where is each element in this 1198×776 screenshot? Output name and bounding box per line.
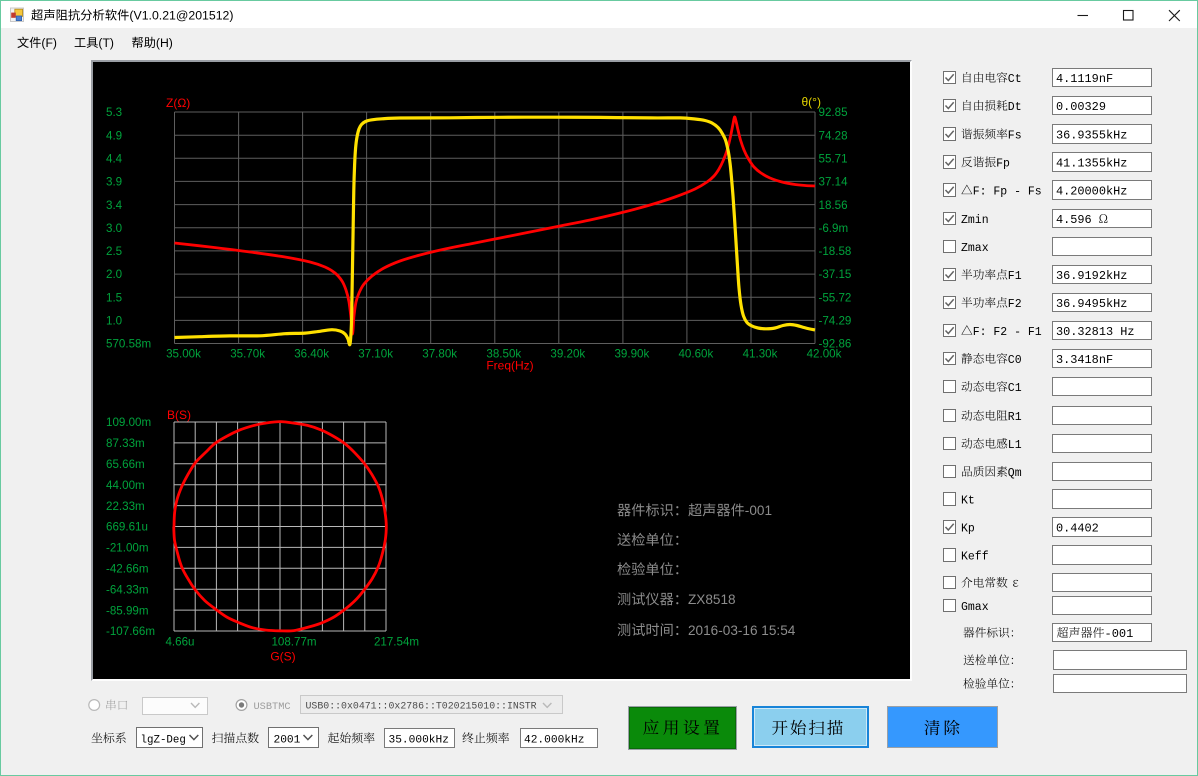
svg-text:(H): (H) xyxy=(156,36,173,50)
svg-text:570.58m: 570.58m xyxy=(106,338,151,351)
svg-text:-42.66m: -42.66m xyxy=(106,563,149,576)
svg-text:2001: 2001 xyxy=(274,734,301,746)
svg-text:1.0: 1.0 xyxy=(106,315,122,328)
svg-text:C0: C0 xyxy=(1008,354,1022,367)
svg-text:USB0::0x0471::0x2786::T0202150: USB0::0x0471::0x2786::T020215010::INSTR xyxy=(306,701,537,712)
svg-text:18.56: 18.56 xyxy=(819,199,848,212)
svg-text:Fs: Fs xyxy=(1008,129,1022,142)
svg-text:41.30k: 41.30k xyxy=(743,348,778,361)
svg-text:3.0: 3.0 xyxy=(106,222,122,235)
svg-text:2016-03-16 15:54: 2016-03-16 15:54 xyxy=(688,623,796,638)
svg-text:42.00k: 42.00k xyxy=(807,348,842,361)
svg-text:41.1355kHz: 41.1355kHz xyxy=(1056,156,1127,170)
svg-text:37.14: 37.14 xyxy=(819,176,849,189)
svg-text:-001: -001 xyxy=(1105,627,1134,641)
svg-text:Keff: Keff xyxy=(961,550,989,563)
svg-text:92.85: 92.85 xyxy=(819,106,848,119)
svg-text:3.4: 3.4 xyxy=(106,199,123,212)
svg-text:G(S): G(S) xyxy=(270,650,295,664)
svg-text:Zmax: Zmax xyxy=(961,242,989,255)
svg-text:35.70k: 35.70k xyxy=(230,348,265,361)
svg-text:87.33m: 87.33m xyxy=(106,437,145,450)
svg-text:lgZ-Deg: lgZ-Deg xyxy=(141,734,186,746)
svg-text:Fp: Fp xyxy=(996,157,1010,170)
svg-text:4.4: 4.4 xyxy=(106,153,123,166)
svg-text:θ(°): θ(°) xyxy=(802,95,821,109)
svg-text:Kp: Kp xyxy=(961,522,975,535)
svg-text:217.54m: 217.54m xyxy=(374,636,419,649)
svg-text:1.5: 1.5 xyxy=(106,291,122,304)
svg-text:B(S): B(S) xyxy=(167,408,191,422)
svg-text:40.60k: 40.60k xyxy=(678,348,713,361)
svg-text:(V1.0.21@201512): (V1.0.21@201512) xyxy=(129,9,233,23)
svg-text:74.28: 74.28 xyxy=(819,129,848,142)
svg-text:-74.29: -74.29 xyxy=(819,315,852,328)
svg-text:Kt: Kt xyxy=(961,494,975,507)
svg-text:4.9: 4.9 xyxy=(106,129,122,142)
svg-text:35.000kHz: 35.000kHz xyxy=(389,735,449,747)
svg-text:-55.72: -55.72 xyxy=(819,291,852,304)
svg-text:F: Fp - Fs: F: Fp - Fs xyxy=(973,185,1042,198)
svg-text:39.90k: 39.90k xyxy=(614,348,649,361)
svg-text:37.10k: 37.10k xyxy=(358,348,393,361)
svg-text:F2: F2 xyxy=(1008,298,1022,311)
svg-text:-6.9m: -6.9m xyxy=(819,222,849,235)
svg-text:-64.33m: -64.33m xyxy=(106,583,149,596)
svg-text:3.3418nF: 3.3418nF xyxy=(1056,353,1113,367)
svg-text:F1: F1 xyxy=(1008,270,1022,283)
svg-text:Qm: Qm xyxy=(1008,467,1022,480)
svg-text:-37.15: -37.15 xyxy=(819,268,852,281)
svg-text:C1: C1 xyxy=(1008,382,1022,395)
svg-text:Z(Ω): Z(Ω) xyxy=(166,96,190,110)
svg-text:65.66m: 65.66m xyxy=(106,458,145,471)
svg-text:42.000kHz: 42.000kHz xyxy=(524,735,584,747)
svg-text:36.40k: 36.40k xyxy=(294,348,329,361)
svg-text:39.20k: 39.20k xyxy=(550,348,585,361)
svg-text:-001: -001 xyxy=(745,503,772,518)
svg-text:36.9192kHz: 36.9192kHz xyxy=(1056,269,1127,283)
svg-text:(F): (F) xyxy=(41,36,57,50)
svg-text:0.4402: 0.4402 xyxy=(1056,521,1099,535)
svg-text:ZX8518: ZX8518 xyxy=(688,592,736,607)
svg-text:4.1119nF: 4.1119nF xyxy=(1056,72,1113,86)
svg-text:3.9: 3.9 xyxy=(106,176,122,189)
svg-text:4.66u: 4.66u xyxy=(165,636,194,649)
svg-text:-107.66m: -107.66m xyxy=(106,625,155,638)
svg-text:R1: R1 xyxy=(1008,411,1022,424)
svg-text:36.9355kHz: 36.9355kHz xyxy=(1056,128,1127,142)
svg-text:44.00m: 44.00m xyxy=(106,479,145,492)
svg-text:36.9495kHz: 36.9495kHz xyxy=(1056,297,1127,311)
svg-text:37.80k: 37.80k xyxy=(422,348,457,361)
svg-text:5.3: 5.3 xyxy=(106,106,122,119)
svg-text:35.00k: 35.00k xyxy=(166,348,201,361)
svg-text:2.5: 2.5 xyxy=(106,245,122,258)
svg-text:2.0: 2.0 xyxy=(106,268,122,281)
svg-text:Freq(Hz): Freq(Hz) xyxy=(486,359,533,373)
svg-text:Ct: Ct xyxy=(1008,73,1022,86)
svg-text:55.71: 55.71 xyxy=(819,153,848,166)
svg-text:Dt: Dt xyxy=(1008,101,1022,114)
svg-text:USBTMC: USBTMC xyxy=(254,701,291,713)
svg-text:(T): (T) xyxy=(98,36,114,50)
svg-text:Zmin: Zmin xyxy=(961,214,989,227)
svg-text:-85.99m: -85.99m xyxy=(106,604,149,617)
svg-text:F: F2 - F1: F: F2 - F1 xyxy=(973,326,1042,339)
svg-text:0.00329: 0.00329 xyxy=(1056,100,1106,114)
svg-text:-21.00m: -21.00m xyxy=(106,542,149,555)
svg-text:108.77m: 108.77m xyxy=(271,636,316,649)
svg-text:4.20000kHz: 4.20000kHz xyxy=(1056,184,1127,198)
svg-text:669.61u: 669.61u xyxy=(106,521,148,534)
svg-text:22.33m: 22.33m xyxy=(106,500,145,513)
svg-text:109.00m: 109.00m xyxy=(106,416,151,429)
svg-text:-18.58: -18.58 xyxy=(819,245,852,258)
svg-text:Gmax: Gmax xyxy=(961,601,989,614)
svg-text:30.32813 Hz: 30.32813 Hz xyxy=(1056,325,1135,339)
svg-text:4.596: 4.596 xyxy=(1056,213,1099,227)
svg-text:L1: L1 xyxy=(1008,439,1022,452)
